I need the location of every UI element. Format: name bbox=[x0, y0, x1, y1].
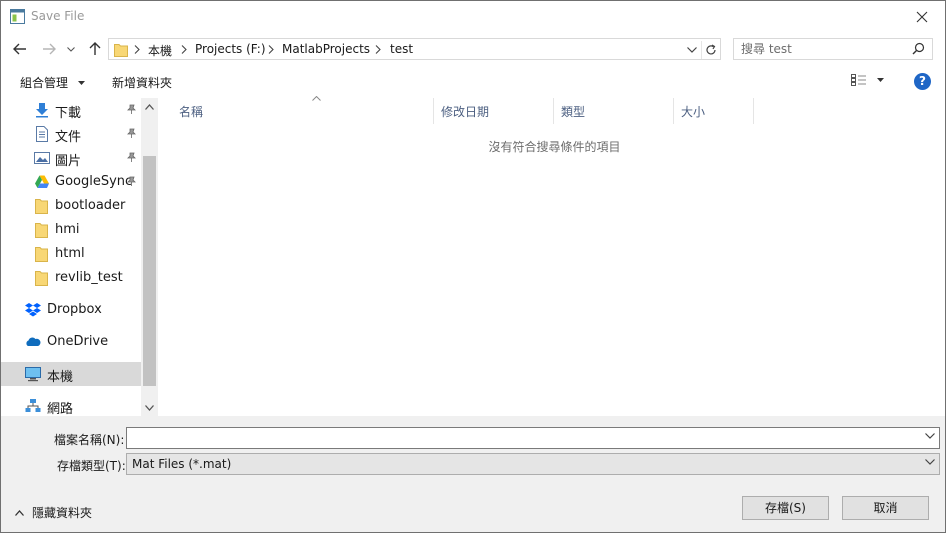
network-icon bbox=[25, 399, 41, 412]
caret-down-icon bbox=[77, 81, 85, 85]
window-title: Save File bbox=[31, 9, 85, 23]
navigation-bar: 本機 Projects (F:) MatlabProjects test bbox=[1, 35, 945, 63]
folder-icon bbox=[35, 271, 48, 286]
chevron-right-icon bbox=[181, 45, 187, 54]
folder-icon bbox=[35, 199, 48, 214]
save-file-dialog: Save File 本機 Projects (F:) MatlabProject… bbox=[0, 0, 946, 533]
filetype-value: Mat Files (*.mat) bbox=[132, 457, 232, 471]
address-bar[interactable]: 本機 Projects (F:) MatlabProjects test bbox=[108, 38, 721, 60]
close-button[interactable] bbox=[899, 1, 945, 32]
sidebar-item-this-pc[interactable]: 本機 bbox=[1, 362, 141, 386]
filename-label: 檔案名稱(N): bbox=[54, 433, 125, 447]
file-list[interactable]: 名稱 修改日期 類型 大小 沒有符合搜尋條件的項目 bbox=[158, 96, 945, 416]
filename-input[interactable] bbox=[127, 428, 917, 448]
sort-ascending-icon bbox=[312, 96, 321, 101]
caret-down-icon bbox=[877, 78, 884, 82]
sidebar-item-onedrive[interactable]: OneDrive bbox=[1, 330, 141, 354]
chevron-down-icon[interactable] bbox=[925, 433, 935, 439]
arrow-right-icon bbox=[43, 43, 56, 55]
view-options-button[interactable] bbox=[851, 74, 884, 86]
folder-icon bbox=[114, 44, 128, 57]
sidebar-item-documents[interactable]: 文件 bbox=[1, 122, 141, 146]
pin-icon bbox=[127, 152, 136, 162]
search-input[interactable] bbox=[734, 39, 909, 59]
breadcrumb-test[interactable]: test bbox=[390, 42, 413, 56]
search-icon bbox=[912, 42, 925, 55]
hide-folders-toggle[interactable]: 隱藏資料夾 bbox=[15, 504, 92, 521]
title-bar: Save File bbox=[1, 1, 945, 32]
new-folder-button[interactable]: 新增資料夾 bbox=[112, 74, 172, 91]
chevron-right-icon bbox=[268, 45, 274, 54]
refresh-icon bbox=[705, 44, 716, 55]
breadcrumb-this-pc[interactable]: 本機 bbox=[148, 42, 172, 59]
sidebar-item-dropbox[interactable]: Dropbox bbox=[1, 298, 141, 322]
column-header-type[interactable]: 類型 bbox=[554, 98, 674, 124]
onedrive-icon bbox=[26, 337, 41, 346]
this-pc-icon bbox=[25, 367, 41, 382]
cancel-button[interactable]: 取消 bbox=[842, 496, 929, 520]
command-toolbar: 組合管理 新增資料夾 ? bbox=[1, 68, 945, 96]
chevron-right-icon bbox=[375, 45, 381, 54]
arrow-up-icon bbox=[89, 42, 101, 55]
filename-combobox bbox=[126, 427, 940, 449]
sidebar-item-revlib-test[interactable]: revlib_test bbox=[1, 266, 141, 290]
chevron-down-icon bbox=[145, 404, 154, 411]
sidebar-item-network[interactable]: 網路 bbox=[1, 394, 141, 416]
sidebar-item-bootloader[interactable]: bootloader bbox=[1, 194, 141, 218]
document-icon bbox=[36, 126, 48, 142]
dropbox-icon bbox=[25, 303, 41, 317]
empty-list-message: 沒有符合搜尋條件的項目 bbox=[488, 140, 621, 154]
google-drive-icon bbox=[35, 175, 49, 188]
folder-icon bbox=[35, 223, 48, 238]
scroll-down-button[interactable] bbox=[141, 399, 158, 416]
arrow-left-icon bbox=[13, 43, 26, 55]
forward-button[interactable] bbox=[38, 38, 60, 60]
column-header-date-modified[interactable]: 修改日期 bbox=[434, 98, 554, 124]
column-header-size[interactable]: 大小 bbox=[674, 98, 754, 124]
search-box bbox=[733, 38, 933, 60]
chevron-up-icon bbox=[145, 103, 154, 110]
pin-icon bbox=[127, 176, 136, 186]
organize-button[interactable]: 組合管理 bbox=[20, 74, 85, 91]
filetype-label: 存檔類型(T): bbox=[57, 459, 126, 473]
chevron-down-icon bbox=[925, 459, 935, 465]
chevron-down-icon bbox=[67, 46, 75, 52]
sidebar-item-html[interactable]: html bbox=[1, 242, 141, 266]
up-button[interactable] bbox=[84, 38, 106, 60]
sidebar-item-googlesync[interactable]: GoogleSync bbox=[1, 170, 141, 194]
scroll-thumb[interactable] bbox=[143, 156, 156, 386]
chevron-up-icon bbox=[15, 509, 24, 516]
save-button[interactable]: 存檔(S) bbox=[742, 496, 829, 520]
download-icon bbox=[36, 103, 48, 118]
help-button[interactable]: ? bbox=[914, 73, 931, 90]
pictures-icon bbox=[34, 152, 50, 164]
breadcrumb-matlabprojects[interactable]: MatlabProjects bbox=[282, 42, 370, 56]
sidebar-scrollbar[interactable] bbox=[141, 98, 158, 416]
scroll-up-button[interactable] bbox=[141, 98, 158, 115]
folder-icon bbox=[35, 247, 48, 262]
pin-icon bbox=[127, 128, 136, 138]
close-icon bbox=[916, 11, 928, 22]
chevron-right-icon bbox=[134, 45, 140, 54]
bottom-panel: 檔案名稱(N): 存檔類型(T): Mat Files (*.mat) 隱藏資料… bbox=[1, 416, 945, 532]
recent-locations-button[interactable] bbox=[63, 38, 79, 60]
back-button[interactable] bbox=[9, 38, 31, 60]
column-header-name[interactable]: 名稱 bbox=[172, 96, 434, 124]
sidebar-item-hmi[interactable]: hmi bbox=[1, 218, 141, 242]
address-history-button[interactable] bbox=[684, 42, 700, 58]
refresh-button[interactable] bbox=[701, 41, 719, 59]
chevron-down-icon bbox=[687, 47, 697, 53]
navigation-pane: 下載 文件 圖片 GoogleSync bootloader hmi html … bbox=[1, 98, 158, 416]
organize-label: 組合管理 bbox=[20, 76, 69, 90]
sidebar-item-pictures[interactable]: 圖片 bbox=[1, 146, 141, 170]
filetype-select[interactable]: Mat Files (*.mat) bbox=[126, 453, 940, 475]
hide-folders-label: 隱藏資料夾 bbox=[32, 506, 93, 520]
pin-icon bbox=[127, 104, 136, 114]
sidebar-item-downloads[interactable]: 下載 bbox=[1, 98, 141, 122]
details-view-icon bbox=[851, 74, 866, 86]
breadcrumb-drive[interactable]: Projects (F:) bbox=[195, 42, 266, 56]
app-window-icon bbox=[10, 9, 25, 24]
